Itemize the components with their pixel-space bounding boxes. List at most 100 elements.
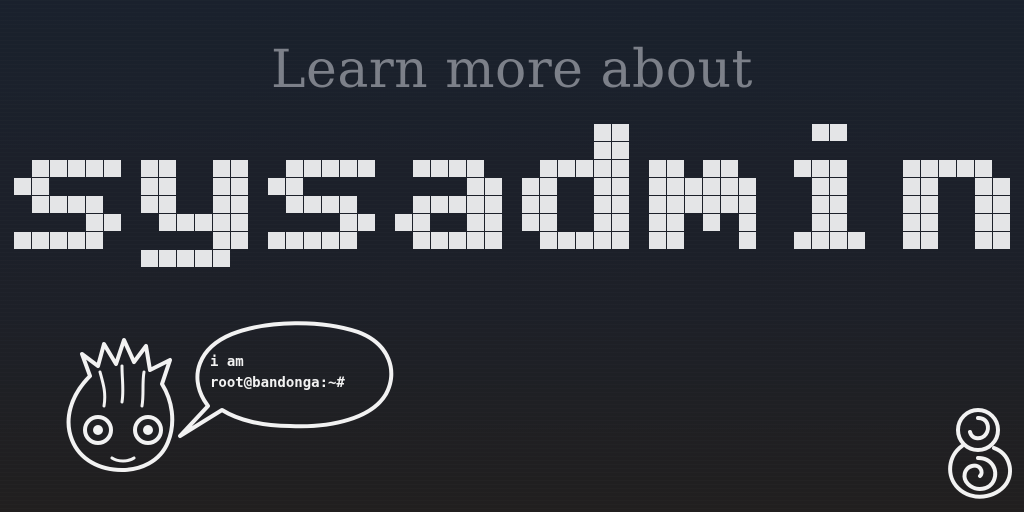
headline-pixel: [667, 232, 684, 249]
headline-pixel: [993, 178, 1010, 195]
headline-pixel: [739, 178, 756, 195]
headline-pixel: [104, 214, 121, 231]
banner: { "banner": { "tagline": "Learn more abo…: [0, 0, 1024, 512]
headline-pixel: [612, 214, 629, 231]
headline-pixel: [304, 232, 321, 249]
spiral-eight-logo-icon: [948, 408, 1012, 499]
headline-pixel: [32, 196, 49, 213]
headline-pixel: [975, 196, 992, 213]
headline-pixel: [104, 160, 121, 177]
headline-pixel: [594, 196, 611, 213]
headline-pixel: [141, 250, 158, 267]
headline-pixel: [358, 160, 375, 177]
headline-pixel: [612, 142, 629, 159]
speech-bubble-text: i am root@bandonga:~#: [210, 352, 400, 394]
headline-pixel: [540, 214, 557, 231]
headline-pixel: [594, 124, 611, 141]
headline-pixel: [467, 178, 484, 195]
headline-pixel: [721, 196, 738, 213]
headline-pixel: [431, 196, 448, 213]
headline-pixel: [812, 178, 829, 195]
headline-pixel: [449, 160, 466, 177]
headline-pixel: [594, 214, 611, 231]
headline-pixel: [812, 214, 829, 231]
headline-pixel: [921, 232, 938, 249]
headline-pixel: [721, 178, 738, 195]
headline-pixel: [667, 214, 684, 231]
headline-pixel: [413, 196, 430, 213]
headline-pixel: [286, 178, 303, 195]
headline-pixel: [304, 160, 321, 177]
headline-pixel: [68, 160, 85, 177]
headline-pixel: [812, 196, 829, 213]
headline-pixel: [449, 196, 466, 213]
headline-pixel: [177, 250, 194, 267]
headline-pixel: [14, 232, 31, 249]
headline-pixel: [141, 196, 158, 213]
headline-pixel: [993, 196, 1010, 213]
headline-pixel: [830, 214, 847, 231]
headline-pixel: [485, 178, 502, 195]
headline-pixel: [50, 160, 67, 177]
headline-pixel: [268, 232, 285, 249]
headline-pixel: [231, 214, 248, 231]
headline-pixel: [268, 178, 285, 195]
headline-pixel: [921, 196, 938, 213]
headline-pixel: [649, 160, 666, 177]
headline-pixel: [485, 232, 502, 249]
headline-pixel: [975, 160, 992, 177]
headline-pixel: [594, 178, 611, 195]
headline-pixel: [431, 160, 448, 177]
bubble-line-2: root@bandonga:~#: [210, 375, 345, 391]
headline-letter-n: [903, 160, 1010, 249]
headline-pixel: [522, 196, 539, 213]
headline-pixel: [594, 160, 611, 177]
headline-pixel: [921, 160, 938, 177]
headline-pixel: [739, 196, 756, 213]
headline-pixel: [921, 214, 938, 231]
headline-pixel: [213, 250, 230, 267]
headline-pixel: [903, 196, 920, 213]
headline-pixel: [848, 232, 865, 249]
headline-pixel: [485, 196, 502, 213]
headline-letter-s: [268, 160, 375, 249]
headline-pixel: [812, 232, 829, 249]
headline-pixel: [86, 160, 103, 177]
headline-pixel: [522, 214, 539, 231]
headline-pixel: [975, 214, 992, 231]
headline-pixel: [612, 178, 629, 195]
headline-pixel: [540, 160, 557, 177]
headline-pixel: [231, 160, 248, 177]
headline-pixel: [685, 196, 702, 213]
headline-pixel: [993, 232, 1010, 249]
headline-pixel: [703, 196, 720, 213]
headline-pixel: [50, 232, 67, 249]
headline-pixel: [903, 178, 920, 195]
headline-pixel: [703, 160, 720, 177]
headline-pixel: [903, 160, 920, 177]
headline-pixel: [159, 178, 176, 195]
headline-pixel: [32, 178, 49, 195]
headline-pixel: [485, 214, 502, 231]
headline-pixel: [413, 214, 430, 231]
headline-pixel: [685, 178, 702, 195]
headline-pixel: [522, 178, 539, 195]
headline-pixel: [86, 214, 103, 231]
headline-pixel: [612, 232, 629, 249]
headline-pixel: [612, 124, 629, 141]
headline-pixel: [177, 214, 194, 231]
headline-pixel: [159, 160, 176, 177]
headline-pixel: [540, 196, 557, 213]
headline-letter-d: [522, 124, 629, 249]
headline-pixel: [213, 214, 230, 231]
headline-pixel: [413, 232, 430, 249]
headline-letter-a: [395, 160, 502, 249]
headline-pixel: [957, 160, 974, 177]
headline-pixel: [195, 214, 212, 231]
headline-pixel: [703, 178, 720, 195]
headline-pixel: [667, 178, 684, 195]
headline-pixel: [286, 160, 303, 177]
headline-pixel: [540, 232, 557, 249]
headline-pixel: [159, 250, 176, 267]
headline-pixel: [322, 232, 339, 249]
